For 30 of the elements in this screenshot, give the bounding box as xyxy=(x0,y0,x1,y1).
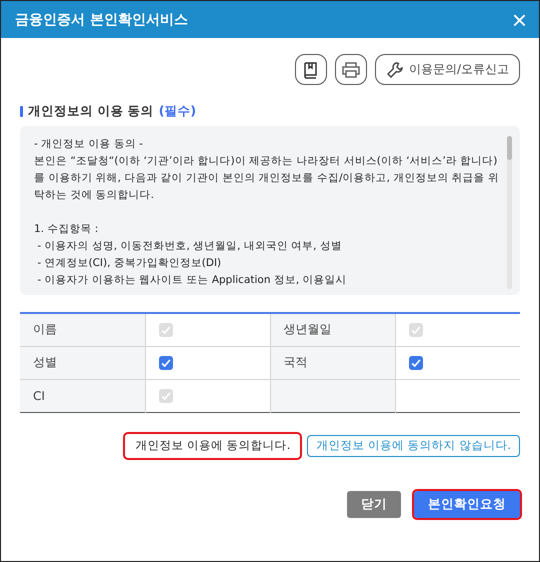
disagree-button[interactable]: 개인정보 이용에 동의하지 않습니다. xyxy=(307,434,520,456)
scrollbar[interactable] xyxy=(507,136,512,289)
terms-text: - 이용자의 성명, 이동전화번호, 생년월일, 내외국인 여부, 성별 xyxy=(36,239,343,254)
scrollbar-thumb[interactable] xyxy=(507,136,512,160)
field-label: 성별 xyxy=(33,355,57,369)
close-dialog-button[interactable]: 닫기 xyxy=(347,490,401,518)
wrench-icon xyxy=(386,60,404,78)
terms-text: - 개인정보 이용 동의 - xyxy=(34,137,144,152)
checkbox[interactable] xyxy=(408,356,422,370)
field-label: 국적 xyxy=(284,355,308,369)
terms-text: - 이용자가 이용하는 웹사이트 또는 Application 정보, 이용일시 xyxy=(36,273,348,288)
required-label: (필수) xyxy=(158,103,196,120)
section-marker xyxy=(20,106,23,117)
request-button[interactable]: 본인확인요청 xyxy=(414,490,520,518)
terms-text: 본인은 “조달청“(이하 ‘기관’이라 합니다)이 제공하는 나라장터 서비스(이하 ‘서비스’라 합니다)를 이용하기 위해, 다음과 같이 기관이 본인의 개인정보를 수집/이용하고, 개인정보의 취급을 위탁하는 것에 동의합니다. xyxy=(34,154,500,203)
window-title: 금융인증서 본인확인서비스 xyxy=(15,10,188,28)
print-button[interactable] xyxy=(334,54,367,85)
field-label: 이름 xyxy=(33,322,57,336)
help-button[interactable]: 이용문의/오류신고 xyxy=(374,54,520,85)
section-title: 개인정보의 이용 동의 xyxy=(28,103,154,120)
checkbox[interactable] xyxy=(158,356,172,370)
printer-icon xyxy=(340,60,361,78)
manual-button[interactable] xyxy=(294,54,327,85)
terms-text: 1. 수집항목 : xyxy=(34,222,100,237)
terms-text: - 연계정보(CI), 중복가입확인정보(DI) xyxy=(36,256,222,271)
field-label: CI xyxy=(33,388,45,402)
field-label: 생년월일 xyxy=(284,322,332,336)
book-icon xyxy=(302,60,320,78)
agree-button[interactable]: 개인정보 이용에 동의합니다. xyxy=(126,434,300,456)
close-button[interactable]: × xyxy=(512,6,527,32)
